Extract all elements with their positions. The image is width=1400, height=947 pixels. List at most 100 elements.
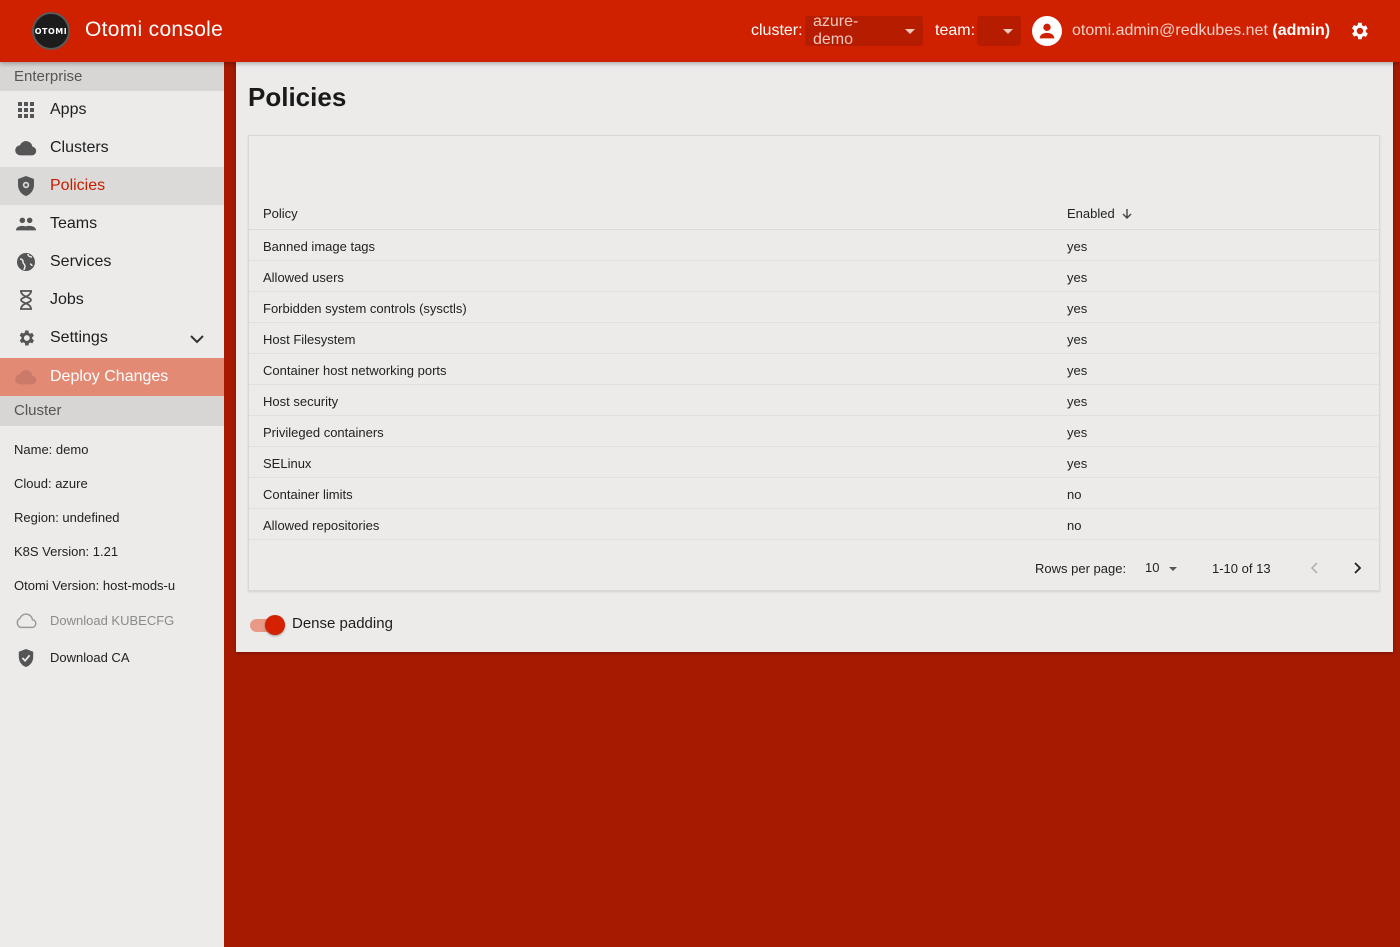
download-kubecfg-label: Download KUBECFG bbox=[50, 613, 175, 628]
policy-cell: Host security bbox=[263, 394, 339, 409]
sidebar-item-clusters[interactable]: Clusters bbox=[0, 129, 224, 167]
table-row[interactable]: Container limits no bbox=[249, 478, 1379, 509]
policy-cell: Container host networking ports bbox=[263, 363, 447, 378]
deploy-changes-label: Deploy Changes bbox=[50, 368, 169, 385]
column-header-enabled[interactable]: Enabled bbox=[1067, 206, 1133, 221]
sidebar-item-teams[interactable]: Teams bbox=[0, 205, 224, 243]
top-app-bar: OTOMI Otomi console cluster: azure-demo … bbox=[0, 0, 1400, 62]
policy-cell: SELinux bbox=[263, 456, 312, 471]
page-title: Policies bbox=[248, 82, 347, 112]
cluster-cloud: Cloud: azure bbox=[14, 475, 88, 491]
app-title: Otomi console bbox=[85, 18, 224, 41]
sidebar-item-label: Jobs bbox=[50, 291, 84, 308]
globe-icon bbox=[14, 250, 38, 274]
main-panel: Policies Policy Enabled Banned image tag… bbox=[236, 62, 1393, 652]
table-row[interactable]: Allowed users yes bbox=[249, 261, 1379, 292]
user-role: (admin) bbox=[1272, 22, 1331, 39]
table-row[interactable]: Forbidden system controls (sysctls) yes bbox=[249, 292, 1379, 323]
cluster-region: Region: undefined bbox=[14, 509, 120, 525]
sidebar: Enterprise Apps Clusters Policies Teams … bbox=[0, 62, 224, 947]
download-ca-label: Download CA bbox=[50, 650, 130, 665]
sidebar-item-label: Clusters bbox=[50, 139, 109, 156]
cluster-select[interactable]: azure-demo bbox=[805, 13, 923, 48]
policy-cell: Host Filesystem bbox=[263, 332, 356, 347]
table-row[interactable]: SELinux yes bbox=[249, 447, 1379, 478]
table-row[interactable]: Host Filesystem yes bbox=[249, 323, 1379, 354]
sidebar-item-label: Policies bbox=[50, 177, 106, 194]
enabled-cell: yes bbox=[1067, 363, 1088, 378]
cluster-otomi-version: Otomi Version: host-mods-u bbox=[14, 577, 176, 593]
table-row[interactable]: Host security yes bbox=[249, 385, 1379, 416]
dropdown-caret-icon bbox=[905, 28, 915, 34]
user-identity[interactable]: otomi.admin@redkubes.net (admin) bbox=[1072, 22, 1330, 40]
sidebar-item-jobs[interactable]: Jobs bbox=[0, 281, 224, 319]
dense-padding-toggle[interactable] bbox=[250, 615, 285, 635]
enabled-cell: yes bbox=[1067, 425, 1088, 440]
cluster-heading: Cluster bbox=[0, 396, 224, 426]
enabled-cell: no bbox=[1067, 487, 1082, 502]
sidebar-item-apps[interactable]: Apps bbox=[0, 91, 224, 129]
pagination-range: 1-10 of 13 bbox=[1212, 561, 1271, 576]
dropdown-caret-icon bbox=[1003, 28, 1013, 34]
chevron-down-icon[interactable] bbox=[190, 331, 204, 349]
sort-arrow-down-icon bbox=[1122, 208, 1132, 219]
deploy-changes-button[interactable]: Deploy Changes bbox=[0, 358, 224, 396]
enabled-cell: yes bbox=[1067, 456, 1088, 471]
policy-cell: Privileged containers bbox=[263, 425, 384, 440]
rows-per-page-select[interactable]: 10 bbox=[1145, 560, 1178, 575]
team-select[interactable] bbox=[977, 16, 1021, 46]
enabled-cell: no bbox=[1067, 518, 1082, 533]
cluster-label: cluster: bbox=[751, 22, 803, 39]
table-pagination: Rows per page: 10 1-10 of 13 bbox=[249, 545, 1379, 591]
table-row[interactable]: Banned image tags yes bbox=[249, 230, 1379, 261]
enabled-cell: yes bbox=[1067, 270, 1088, 285]
sidebar-item-settings[interactable]: Settings bbox=[0, 319, 224, 357]
table-header: Policy Enabled bbox=[249, 193, 1379, 230]
sidebar-item-policies[interactable]: Policies bbox=[0, 167, 224, 205]
sidebar-item-label: Apps bbox=[50, 101, 87, 118]
policy-cell: Banned image tags bbox=[263, 239, 376, 254]
enabled-cell: yes bbox=[1067, 394, 1088, 409]
user-avatar-icon[interactable] bbox=[1032, 16, 1062, 46]
column-header-policy[interactable]: Policy bbox=[263, 206, 298, 221]
rows-per-page-label: Rows per page: bbox=[1035, 561, 1127, 576]
cloud-download-icon bbox=[14, 609, 38, 633]
team-label: team: bbox=[935, 22, 976, 39]
apps-grid-icon bbox=[14, 98, 38, 122]
enabled-cell: yes bbox=[1067, 239, 1088, 254]
table-row[interactable]: Allowed repositories no bbox=[249, 509, 1379, 540]
sidebar-item-label: Services bbox=[50, 253, 112, 270]
gear-icon bbox=[14, 326, 38, 350]
enabled-cell: yes bbox=[1067, 332, 1088, 347]
cluster-name: Name: demo bbox=[14, 441, 89, 457]
dense-padding-label: Dense padding bbox=[292, 615, 393, 632]
previous-page-button[interactable] bbox=[1305, 559, 1323, 577]
policy-cell: Allowed users bbox=[263, 270, 344, 285]
next-page-button[interactable] bbox=[1349, 559, 1367, 577]
download-ca-button[interactable]: Download CA bbox=[0, 639, 224, 676]
rows-per-page-value: 10 bbox=[1145, 560, 1160, 575]
policy-cell: Allowed repositories bbox=[263, 518, 380, 533]
enabled-cell: yes bbox=[1067, 301, 1088, 316]
enterprise-heading: Enterprise bbox=[0, 62, 224, 91]
settings-gear-icon[interactable] bbox=[1347, 19, 1371, 43]
toggle-thumb bbox=[265, 615, 285, 635]
cloud-upload-icon bbox=[14, 365, 38, 389]
dropdown-caret-icon bbox=[1169, 566, 1178, 571]
table-row[interactable]: Privileged containers yes bbox=[249, 416, 1379, 447]
people-icon bbox=[14, 212, 38, 236]
sidebar-item-services[interactable]: Services bbox=[0, 243, 224, 281]
column-header-enabled-label: Enabled bbox=[1067, 206, 1115, 221]
cloud-icon bbox=[14, 136, 38, 160]
user-email: otomi.admin@redkubes.net bbox=[1072, 22, 1268, 39]
shield-lock-icon bbox=[14, 174, 38, 198]
table-row[interactable]: Container host networking ports yes bbox=[249, 354, 1379, 385]
sidebar-item-label: Teams bbox=[50, 215, 98, 232]
logo-text: OTOMI bbox=[34, 26, 68, 36]
cluster-select-value: azure-demo bbox=[813, 13, 859, 48]
download-kubecfg-button[interactable]: Download KUBECFG bbox=[0, 602, 224, 639]
cluster-k8s-version: K8S Version: 1.21 bbox=[14, 543, 119, 559]
otomi-logo[interactable]: OTOMI bbox=[32, 12, 70, 50]
chevron-right-icon bbox=[1354, 562, 1362, 574]
policy-cell: Container limits bbox=[263, 487, 353, 502]
